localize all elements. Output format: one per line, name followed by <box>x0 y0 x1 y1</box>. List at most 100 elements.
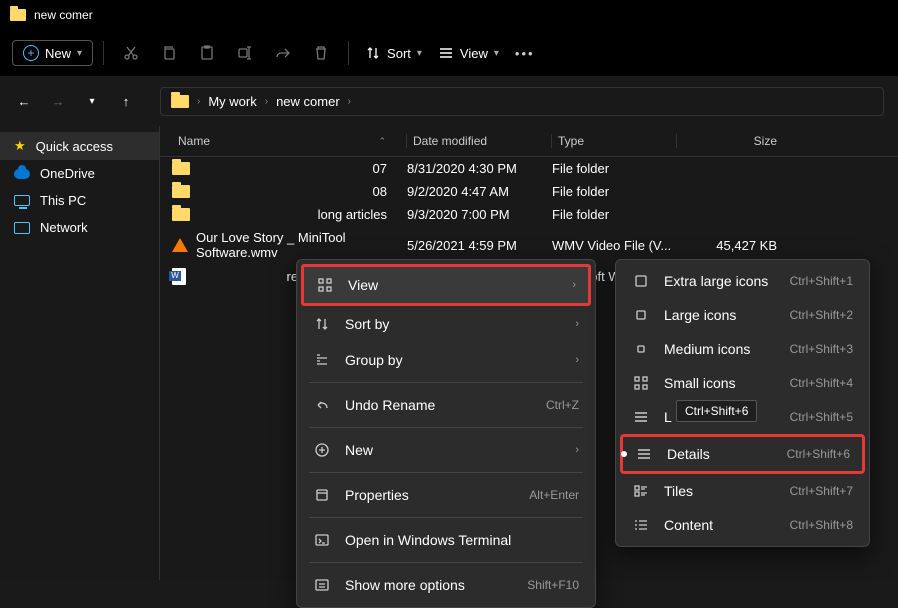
sidebar: ★ Quick access OneDrive This PC Network <box>0 126 160 580</box>
submenu-item[interactable]: Content Ctrl+Shift+8 <box>620 508 865 542</box>
sidebar-item-onedrive[interactable]: OneDrive <box>0 160 159 187</box>
ctx-label: Group by <box>345 352 561 368</box>
submenu-item[interactable]: TilesCtrl+Shift+7 <box>620 474 865 508</box>
table-row[interactable]: long articles9/3/2020 7:00 PMFile folder <box>160 203 898 226</box>
properties-icon <box>313 486 331 504</box>
ctx-label: Undo Rename <box>345 397 532 413</box>
col-type[interactable]: Type <box>552 134 677 148</box>
col-size[interactable]: Size <box>677 134 777 148</box>
tooltip: Ctrl+Shift+6 <box>676 400 757 422</box>
col-name[interactable]: Name ⌃ <box>172 134 407 148</box>
ctx-shortcut: Shift+F10 <box>527 578 579 592</box>
cell-size: 45,427 KB <box>677 238 777 253</box>
breadcrumb[interactable]: new comer <box>276 94 340 109</box>
ctx-more[interactable]: Show more options Shift+F10 <box>301 567 591 603</box>
sidebar-item-network[interactable]: Network <box>0 214 159 241</box>
new-button[interactable]: + New ▾ <box>12 40 93 66</box>
sidebar-item-label: OneDrive <box>40 166 95 181</box>
view-button[interactable]: View ▾ <box>432 41 505 65</box>
chevron-down-icon[interactable]: ▾ <box>82 96 102 107</box>
folder-icon <box>172 208 190 221</box>
share-icon[interactable] <box>266 36 300 70</box>
cell-name: 08 <box>172 184 407 199</box>
cell-type: File folder <box>552 207 677 222</box>
ctx-new[interactable]: New › <box>301 432 591 468</box>
sidebar-item-quickaccess[interactable]: ★ Quick access <box>0 132 159 160</box>
cell-name: 07 <box>172 161 407 176</box>
ctx-undo[interactable]: Undo Rename Ctrl+Z <box>301 387 591 423</box>
pc-icon <box>14 195 30 206</box>
submenu-label: Large icons <box>664 307 776 323</box>
paste-icon[interactable] <box>190 36 224 70</box>
address-bar[interactable]: › My work › new comer › <box>160 87 884 116</box>
ctx-shortcut: Ctrl+Z <box>546 398 579 412</box>
delete-icon[interactable] <box>304 36 338 70</box>
cell-date: 9/3/2020 7:00 PM <box>407 207 552 222</box>
col-label: Name <box>178 134 210 148</box>
ctx-view[interactable]: View › <box>301 264 591 306</box>
sort-icon <box>313 315 331 333</box>
view-mode-icon <box>632 306 650 324</box>
cell-type: File folder <box>552 161 677 176</box>
sort-indicator-icon: ⌃ <box>378 136 386 147</box>
undo-icon <box>313 396 331 414</box>
up-button[interactable]: ↑ <box>116 94 136 109</box>
sidebar-item-label: Quick access <box>36 139 113 154</box>
navbar: ← → ▾ ↑ › My work › new comer › <box>0 76 898 126</box>
ctx-properties[interactable]: Properties Alt+Enter <box>301 477 591 513</box>
column-headers: Name ⌃ Date modified Type Size <box>160 126 898 157</box>
view-submenu: Extra large iconsCtrl+Shift+1Large icons… <box>615 259 870 547</box>
submenu-item[interactable]: Large iconsCtrl+Shift+2 <box>620 298 865 332</box>
rename-icon[interactable] <box>228 36 262 70</box>
sidebar-item-thispc[interactable]: This PC <box>0 187 159 214</box>
more-icon <box>313 576 331 594</box>
cut-icon[interactable] <box>114 36 148 70</box>
ctx-terminal[interactable]: Open in Windows Terminal <box>301 522 591 558</box>
table-row[interactable]: 089/2/2020 4:47 AMFile folder <box>160 180 898 203</box>
ctx-shortcut: Alt+Enter <box>529 488 579 502</box>
sort-icon <box>365 45 381 61</box>
ctx-label: Open in Windows Terminal <box>345 532 579 548</box>
ctx-label: Properties <box>345 487 515 503</box>
cell-name: long articles <box>172 207 407 222</box>
sort-button[interactable]: Sort ▾ <box>359 41 428 65</box>
submenu-shortcut: Ctrl+Shift+8 <box>790 518 853 532</box>
view-mode-icon <box>632 516 650 534</box>
chevron-right-icon: › <box>575 318 579 330</box>
submenu-shortcut: Ctrl+Shift+3 <box>790 342 853 356</box>
submenu-shortcut: Ctrl+Shift+6 <box>787 447 850 461</box>
chevron-down-icon: ▾ <box>417 48 422 59</box>
separator <box>103 41 104 65</box>
back-button[interactable]: ← <box>14 94 34 109</box>
submenu-item[interactable]: Small iconsCtrl+Shift+4 <box>620 366 865 400</box>
sidebar-item-label: Network <box>40 220 88 235</box>
submenu-item[interactable]: Extra large iconsCtrl+Shift+1 <box>620 264 865 298</box>
submenu-item[interactable]: Details Ctrl+Shift+6 <box>620 434 865 474</box>
submenu-label: Extra large icons <box>664 273 776 289</box>
submenu-label: Tiles <box>664 483 776 499</box>
breadcrumb[interactable]: My work <box>208 94 256 109</box>
folder-icon <box>172 185 190 198</box>
file-name: 07 <box>373 161 387 176</box>
view-mode-icon <box>632 374 650 392</box>
table-row[interactable]: 07 8/31/2020 4:30 PMFile folder <box>160 157 898 180</box>
more-button[interactable]: ••• <box>509 42 541 65</box>
col-date[interactable]: Date modified <box>407 134 552 148</box>
submenu-item[interactable]: Medium icons Ctrl+Shift+3 <box>620 332 865 366</box>
ctx-groupby[interactable]: Group by › <box>301 342 591 378</box>
folder-icon <box>172 162 190 175</box>
cell-date: 8/31/2020 4:30 PM <box>407 161 552 176</box>
group-icon <box>313 351 331 369</box>
submenu-label: Details <box>667 446 773 462</box>
new-label: New <box>45 46 71 61</box>
submenu-label: Medium icons <box>664 341 776 357</box>
chevron-right-icon: › <box>348 96 351 107</box>
submenu-label: Content <box>664 517 776 533</box>
chevron-right-icon: › <box>265 96 268 107</box>
copy-icon[interactable] <box>152 36 186 70</box>
submenu-shortcut: Ctrl+Shift+5 <box>790 410 853 424</box>
forward-button[interactable]: → <box>48 94 68 109</box>
ctx-sortby[interactable]: Sort by › <box>301 306 591 342</box>
view-mode-icon <box>632 272 650 290</box>
chevron-down-icon: ▾ <box>494 48 499 59</box>
